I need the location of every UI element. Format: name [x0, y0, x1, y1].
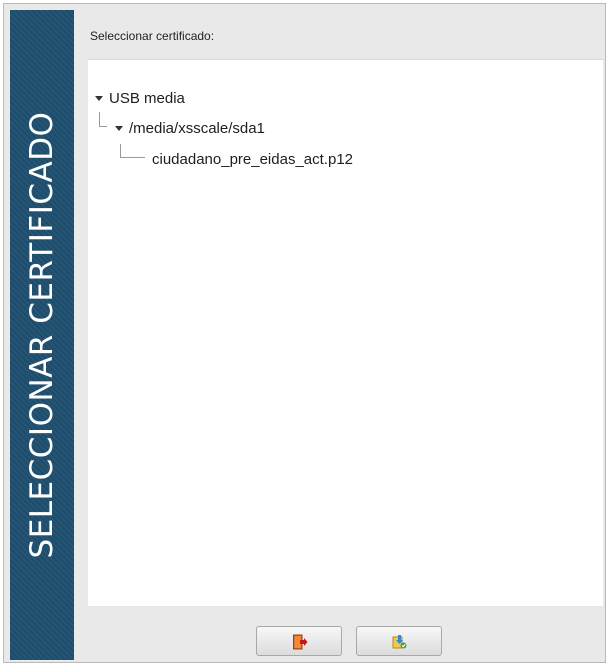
side-banner: SELECCIONAR CERTIFICADO	[10, 10, 74, 660]
exit-button[interactable]	[256, 626, 342, 656]
certificate-select-icon	[392, 635, 407, 649]
certificate-dialog: SELECCIONAR CERTIFICADO Seleccionar cert…	[3, 3, 606, 663]
exit-door-icon	[293, 634, 308, 650]
expand-arrow-icon[interactable]	[115, 126, 123, 131]
tree-node-label: USB media	[109, 90, 185, 107]
side-banner-title: SELECCIONAR CERTIFICADO	[24, 111, 60, 559]
tree-node-label: ciudadano_pre_eidas_act.p12	[152, 151, 353, 168]
tree-node-usb-media[interactable]: USB media	[95, 90, 185, 107]
expand-arrow-icon[interactable]	[95, 96, 103, 101]
select-certificate-label: Seleccionar certificado:	[90, 29, 215, 43]
tree-node-folder[interactable]: /media/xsscale/sda1	[115, 120, 265, 137]
tree-node-certificate-file[interactable]: ciudadano_pre_eidas_act.p12	[152, 151, 353, 168]
tree-branch-line	[99, 112, 107, 127]
select-certificate-button[interactable]	[356, 626, 442, 656]
tree-node-label: /media/xsscale/sda1	[129, 120, 265, 137]
tree-branch-line	[120, 144, 145, 158]
certificate-tree: USB media /media/xsscale/sda1 ciudadano_…	[88, 59, 603, 606]
